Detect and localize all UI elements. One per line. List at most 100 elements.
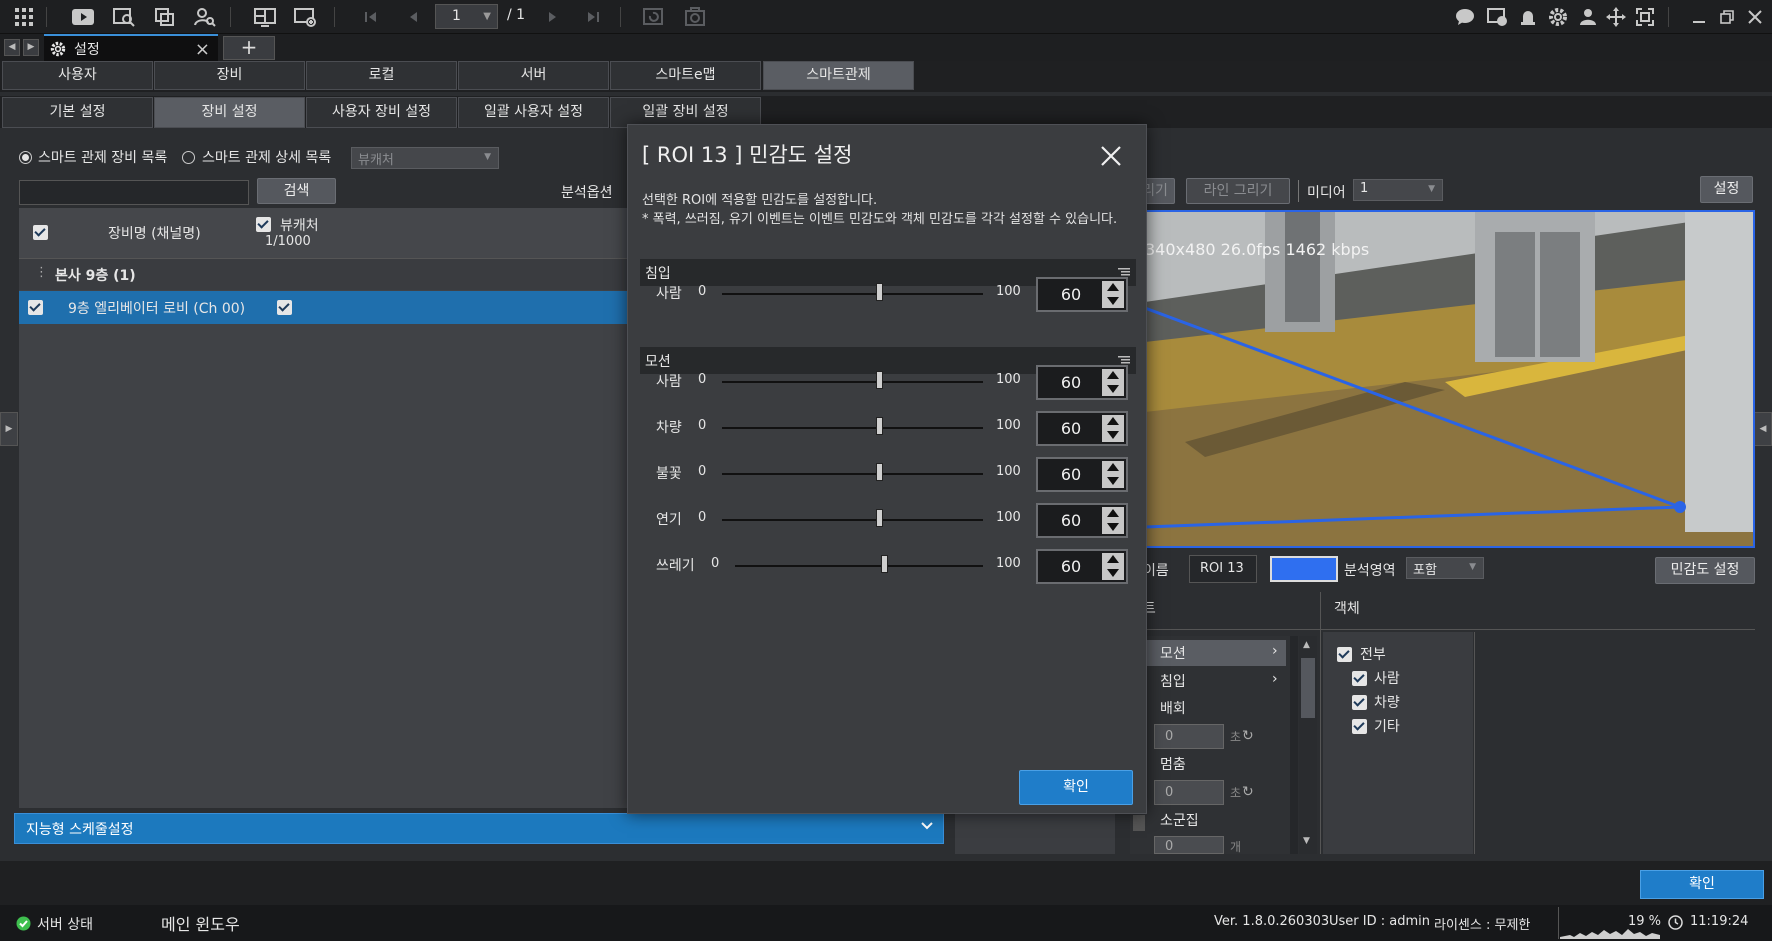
arrow-down-icon[interactable] — [1107, 297, 1119, 305]
arrow-up-icon[interactable] — [1107, 417, 1119, 425]
sensitivity-spinner[interactable]: 60 — [1036, 457, 1128, 492]
event-item-stop[interactable]: 멈춤 — [1160, 754, 1186, 774]
arrow-down-icon[interactable] — [1107, 477, 1119, 485]
monitor-settings-icon[interactable] — [1484, 5, 1510, 29]
next-page-icon[interactable] — [540, 5, 566, 29]
arrow-down-icon[interactable] — [1107, 431, 1119, 439]
roi-name-input[interactable]: ROI 13 — [1189, 555, 1257, 583]
sensitivity-slider-track[interactable] — [722, 473, 983, 475]
minimize-icon[interactable] — [1686, 5, 1712, 29]
arrow-up-icon[interactable] — [1107, 509, 1119, 517]
scrollbar-thumb[interactable] — [1301, 658, 1315, 718]
arrow-down-icon[interactable] — [1107, 385, 1119, 393]
tab-smart-emap[interactable]: 스마트e맵 — [610, 61, 761, 90]
prev-page-icon[interactable] — [400, 5, 426, 29]
page-number-input[interactable]: 1 ▼ — [435, 4, 498, 29]
tab-devices[interactable]: 장비 — [154, 61, 305, 90]
event-scrollbar[interactable]: ▲ ▼ — [1299, 636, 1317, 854]
user-search-icon[interactable] — [192, 5, 218, 29]
add-tab-button[interactable]: + — [223, 36, 275, 60]
restore-icon[interactable] — [1714, 5, 1740, 29]
close-icon[interactable] — [1742, 5, 1768, 29]
dialog-ok-button[interactable]: 확인 — [1019, 770, 1133, 805]
tab-settings-window[interactable]: 설정 × — [44, 34, 218, 61]
event-item-motion[interactable]: 모션 › — [1136, 640, 1286, 666]
device-viewcatcher-checkbox[interactable] — [277, 300, 292, 315]
event-item-intrusion[interactable]: 침입 › — [1136, 668, 1286, 694]
sensitivity-settings-button[interactable]: 민감도 설정 — [1655, 557, 1755, 584]
spinner-arrows[interactable] — [1102, 553, 1124, 580]
tab-user-device-settings[interactable]: 사용자 장비 설정 — [306, 97, 457, 128]
refresh-icon[interactable] — [640, 5, 666, 29]
sensitivity-slider-track[interactable] — [722, 381, 983, 383]
sensitivity-slider-track[interactable] — [735, 565, 983, 567]
sensitivity-slider-track[interactable] — [722, 519, 983, 521]
device-checkbox[interactable] — [28, 300, 43, 315]
server-status[interactable]: 서버 상태 — [37, 914, 93, 934]
user-icon[interactable] — [1575, 5, 1601, 29]
sensitivity-slider-thumb[interactable] — [875, 417, 883, 435]
sensitivity-spinner[interactable]: 60 — [1036, 503, 1128, 538]
group-row[interactable]: ⋮ 본사 9층 (1) — [19, 258, 719, 290]
object-all-checkbox[interactable] — [1337, 647, 1352, 662]
event-item-crowd[interactable]: 소군집 — [1160, 810, 1199, 830]
chat-icon[interactable] — [1452, 5, 1478, 29]
arrow-up-icon[interactable] — [1107, 371, 1119, 379]
right-panel-toggle-button[interactable]: ◀ — [1754, 412, 1772, 446]
arrow-down-icon[interactable] — [1107, 569, 1119, 577]
sensitivity-slider-thumb[interactable] — [875, 283, 883, 301]
spinner-arrows[interactable] — [1102, 415, 1124, 442]
tab-local[interactable]: 로컬 — [306, 61, 457, 90]
arrow-up-icon[interactable] — [1107, 283, 1119, 291]
last-page-icon[interactable] — [580, 5, 606, 29]
analysis-area-select[interactable]: 포함 ▼ — [1406, 557, 1484, 579]
close-icon[interactable]: × — [195, 39, 210, 60]
camera-video-preview[interactable]: 340x480 26.0fps 1462 kbps — [1143, 210, 1755, 548]
event-item-loitering[interactable]: 배회 — [1160, 698, 1186, 718]
scroll-down-icon[interactable]: ▼ — [1303, 836, 1310, 846]
type-select[interactable]: 뷰캐처 ▼ — [351, 147, 499, 169]
spinner-arrows[interactable] — [1102, 281, 1124, 308]
arrow-up-icon[interactable] — [1107, 555, 1119, 563]
spinner-arrows[interactable] — [1102, 507, 1124, 534]
sensitivity-spinner[interactable]: 60 — [1036, 411, 1128, 446]
loitering-value-input[interactable]: 0 — [1154, 724, 1224, 749]
sensitivity-slider-track[interactable] — [722, 427, 983, 429]
event-search-icon[interactable] — [152, 5, 178, 29]
settings-button[interactable]: 설정 — [1700, 176, 1753, 203]
tab-scroll-right-button[interactable]: ▶ — [23, 39, 39, 56]
confirm-button[interactable]: 확인 — [1640, 870, 1764, 899]
fullscreen-icon[interactable] — [1632, 5, 1658, 29]
search-playback-icon[interactable] — [111, 5, 137, 29]
spinner-arrows[interactable] — [1102, 461, 1124, 488]
event-crowd-checkbox[interactable] — [1133, 815, 1145, 831]
tab-basic-settings[interactable]: 기본 설정 — [2, 97, 153, 128]
sensitivity-slider-thumb[interactable] — [875, 463, 883, 481]
device-list-radio[interactable] — [19, 151, 32, 164]
reset-icon[interactable]: ↻ — [1242, 784, 1254, 800]
media-select[interactable]: 1 ▼ — [1353, 179, 1443, 201]
reset-icon[interactable]: ↻ — [1242, 728, 1254, 744]
viewcatcher-all-checkbox[interactable] — [256, 217, 271, 232]
tab-users[interactable]: 사용자 — [2, 61, 153, 90]
first-page-icon[interactable] — [358, 5, 384, 29]
object-person-checkbox[interactable] — [1352, 671, 1367, 686]
sensitivity-slider-thumb[interactable] — [875, 371, 883, 389]
device-row[interactable]: 9층 엘리베이터 로비 (Ch 00) — [19, 291, 719, 324]
sensitivity-spinner[interactable]: 60 — [1036, 365, 1128, 400]
search-input[interactable] — [19, 180, 249, 205]
arrow-down-icon[interactable] — [1107, 523, 1119, 531]
sensitivity-slider-thumb[interactable] — [875, 509, 883, 527]
sensitivity-spinner[interactable]: 60 — [1036, 549, 1128, 584]
capture-icon[interactable] — [682, 5, 708, 29]
object-other-checkbox[interactable] — [1352, 719, 1367, 734]
arrow-up-icon[interactable] — [1107, 463, 1119, 471]
add-monitor-icon[interactable] — [292, 5, 318, 29]
tab-batch-user-settings[interactable]: 일괄 사용자 설정 — [458, 97, 609, 128]
crowd-value-input[interactable]: 0 — [1154, 836, 1224, 854]
spinner-arrows[interactable] — [1102, 369, 1124, 396]
gear-icon[interactable] — [1545, 5, 1571, 29]
line-draw-button[interactable]: 라인 그리기 — [1186, 178, 1290, 204]
move-icon[interactable] — [1603, 5, 1629, 29]
live-play-icon[interactable] — [70, 5, 96, 29]
